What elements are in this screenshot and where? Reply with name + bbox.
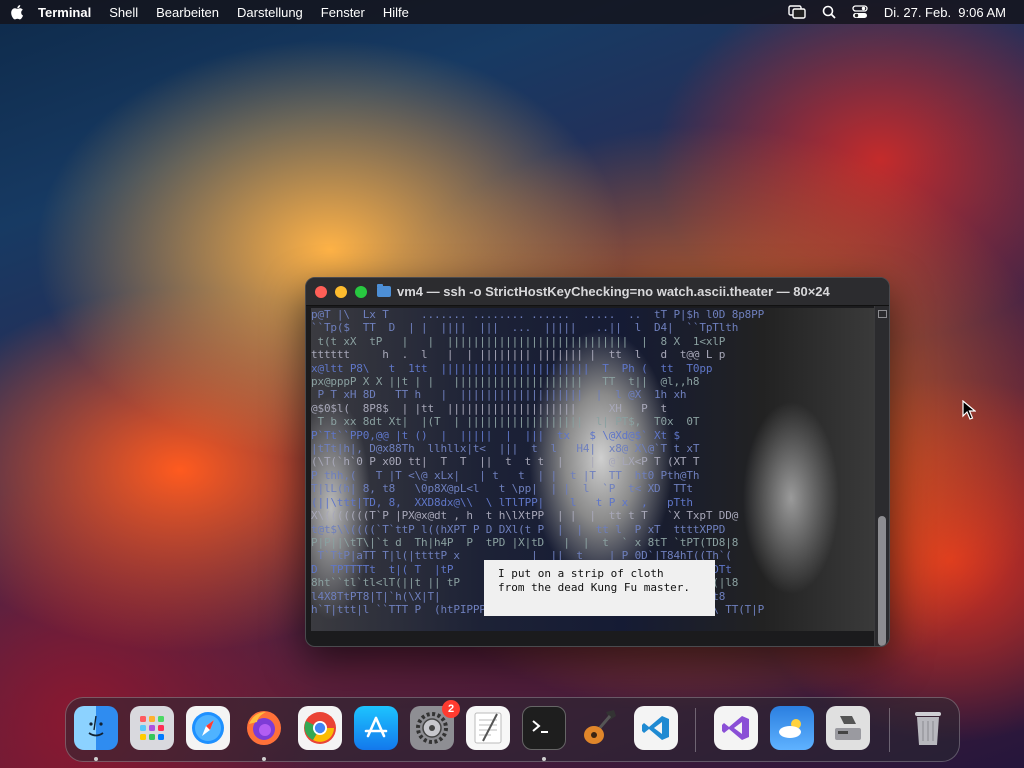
dock-system-settings-icon[interactable]: 2 <box>410 700 460 750</box>
window-titlebar[interactable]: vm4 — ssh -o StrictHostKeyChecking=no wa… <box>306 278 889 306</box>
terminal-line: P thh,( T |T <\@ xLx| | t t | | t |T TT … <box>311 468 700 482</box>
dock-firefox-icon[interactable] <box>242 706 286 750</box>
dock-vscode-icon[interactable] <box>634 706 678 750</box>
terminal-line: (||\ttt|TD, 8, XXD8dx@\\ \ lTlTPP| l t P… <box>311 495 693 509</box>
terminal-line: P`Tt``PP0,@@ |t () | ||||| | ||| tx $ \@… <box>311 428 680 442</box>
dock-terminal-icon[interactable] <box>522 706 566 750</box>
menu-hilfe[interactable]: Hilfe <box>383 5 409 20</box>
scroll-marker-icon <box>878 310 887 318</box>
spotlight-search-icon[interactable] <box>822 5 836 19</box>
terminal-line: x@ltt P8\ t 1tt ||||||||||||||||||||||| … <box>311 361 713 375</box>
dock-safari-icon[interactable] <box>186 706 230 750</box>
terminal-line: (\T(`h`0 P x0D tt| T T || t t t | | @`LX… <box>311 455 700 469</box>
dock-running-indicator <box>262 757 266 761</box>
terminal-line: |tTt|h|, D@x88Th llhllx|t< ||| t l H4| x… <box>311 442 700 456</box>
terminal-line: X\(((((((T`P |PX@x@dt , h t h\lXtPP | | … <box>311 509 739 523</box>
menubar-clock[interactable]: Di. 27. Feb. 9:06 AM <box>884 5 1006 20</box>
terminal-line: px@pppP X X ||t | | ||||||||||||||||||||… <box>311 375 700 389</box>
dock-finder-icon[interactable] <box>74 706 118 750</box>
dock-visual-studio-icon[interactable] <box>714 706 758 750</box>
terminal-line: T b xx 8dt Xt| |(T | |||||||||||||||||| … <box>311 415 700 429</box>
terminal-line: P|P||\tT\|`t d Th|h4P P tPD |X|tD | | t … <box>311 535 739 549</box>
terminal-output[interactable]: p@T |\ Lx T ....... ........ ...... ....… <box>311 308 876 631</box>
dock-separator <box>889 708 890 752</box>
menu-app-terminal[interactable]: Terminal <box>38 5 91 20</box>
dock-chrome-icon[interactable] <box>298 706 342 750</box>
terminal-line: T|lL(h| 8, t8 \0p8X@pL<l t \pp| | | l `P… <box>311 482 693 496</box>
terminal-line: tttttt h . l | | |||||||| ||||||| | tt l… <box>311 348 726 362</box>
video-subtitle: I put on a strip of cloth from the dead … <box>484 560 715 616</box>
control-center-icon[interactable] <box>852 5 868 19</box>
dock-launchpad-icon[interactable] <box>130 706 174 750</box>
subtitle-line-2: from the dead Kung Fu master. <box>498 581 691 594</box>
terminal-line: t@t$\\((((`T`ttP l((hXPT P D DXl(t P | |… <box>311 522 726 536</box>
terminal-line: P T xH 8D TT h | ||||||||||||||||||| | l… <box>311 388 687 402</box>
dock-running-indicator <box>94 757 98 761</box>
close-button[interactable] <box>315 285 327 298</box>
menu-fenster[interactable]: Fenster <box>321 5 365 20</box>
terminal-window[interactable]: vm4 — ssh -o StrictHostKeyChecking=no wa… <box>305 277 890 647</box>
mouse-cursor-icon <box>962 399 977 425</box>
dock-separator <box>695 708 696 752</box>
dock-textedit-icon[interactable] <box>466 706 510 750</box>
zoom-button[interactable] <box>355 285 367 298</box>
dock-boot-camp-icon[interactable] <box>826 706 870 750</box>
menu-shell[interactable]: Shell <box>109 5 138 20</box>
terminal-scrollbar[interactable] <box>874 306 889 646</box>
terminal-line: t(t xX tP | | ||||||||||||||||||||||||||… <box>311 334 726 348</box>
window-title: vm4 — ssh -o StrictHostKeyChecking=no wa… <box>397 284 830 299</box>
scrollbar-thumb[interactable] <box>878 516 886 646</box>
dock-garageband-icon[interactable] <box>578 706 622 750</box>
dock-running-indicator <box>542 757 546 761</box>
screen-mirroring-icon[interactable] <box>788 5 806 19</box>
menu-bearbeiten[interactable]: Bearbeiten <box>156 5 219 20</box>
minimize-button[interactable] <box>335 285 347 298</box>
dock-trash-icon[interactable] <box>906 706 950 750</box>
terminal-line: ``Tp($ TT D | | |||| ||| ... ||||| ..|| … <box>311 321 739 335</box>
apple-icon[interactable] <box>10 4 24 20</box>
folder-icon <box>377 284 391 297</box>
terminal-line: @$0$l( 8P8$ | |tt |||||||||||||||||||| X… <box>311 401 667 415</box>
notification-badge: 2 <box>442 700 460 718</box>
dock: 2 <box>65 697 960 762</box>
dock-weather-icon[interactable] <box>770 706 814 750</box>
subtitle-line-1: I put on a strip of cloth <box>498 567 664 580</box>
menu-bar: Terminal Shell Bearbeiten Darstellung Fe… <box>0 0 1024 24</box>
menu-darstellung[interactable]: Darstellung <box>237 5 303 20</box>
dock-app-store-icon[interactable] <box>354 706 398 750</box>
terminal-line: p@T |\ Lx T ....... ........ ...... ....… <box>311 308 765 321</box>
